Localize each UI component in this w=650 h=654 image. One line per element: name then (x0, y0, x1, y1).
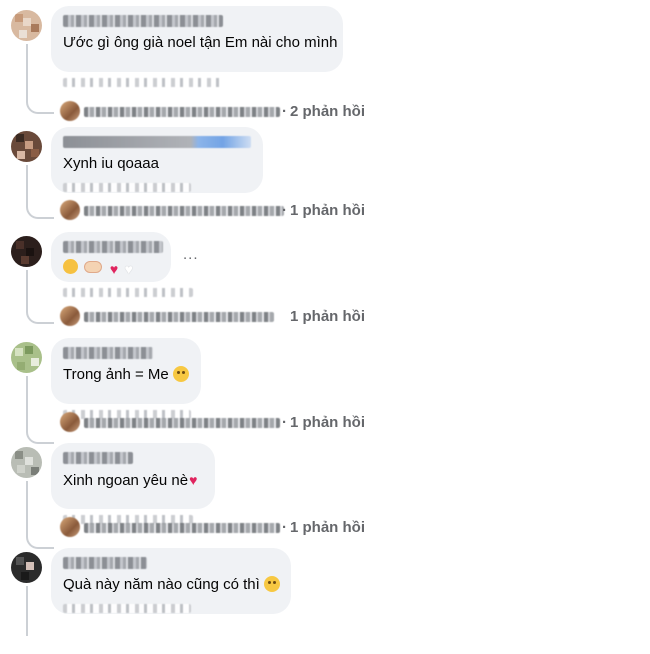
commenter-name-redacted[interactable] (63, 347, 153, 359)
comment-text: Xinh ngoan yêu nè♥ (63, 470, 203, 491)
comment-actions-redacted[interactable] (63, 604, 191, 613)
reply-count-link[interactable]: 1 phản hồi (290, 202, 365, 219)
comment-actions-redacted[interactable] (63, 288, 193, 297)
comment-text-value: Xinh ngoan yêu nè (63, 472, 189, 489)
reply-separator: · (282, 414, 287, 431)
comment-bubble: Ước gì ông già noel tận Em nài cho mình (51, 6, 343, 72)
avatar[interactable] (11, 131, 42, 162)
reply-avatar (60, 101, 80, 121)
comment-actions-redacted[interactable] (63, 78, 223, 87)
red-heart-icon: ♥ (189, 472, 198, 488)
view-replies-row[interactable]: · 1 phản hồi (60, 517, 380, 539)
reply-count-link[interactable]: 2 phản hồi (290, 103, 365, 120)
comment-bubble: Trong ảnh = Me (51, 338, 201, 404)
replier-name-redacted (84, 107, 280, 117)
reply-count-link[interactable]: 1 phản hồi (290, 308, 365, 325)
comment-text-value: Quà này năm nào cũng có thì (63, 576, 260, 593)
avatar[interactable] (11, 236, 42, 267)
reply-separator: · (282, 519, 287, 536)
replier-name-redacted (84, 312, 274, 322)
commenter-name-redacted[interactable] (63, 452, 133, 464)
replier-name-redacted (84, 523, 280, 533)
reply-avatar (60, 517, 80, 537)
comment-item: Trong ảnh = Me · 1 phản hồi (0, 338, 650, 444)
red-heart-icon: ♥ (109, 261, 119, 277)
view-replies-row[interactable]: · 2 phản hồi (60, 101, 380, 123)
thread-line (26, 270, 54, 324)
reply-avatar (60, 412, 80, 432)
comment-bubble: Xinh ngoan yêu nè♥ (51, 443, 215, 509)
more-options-icon[interactable]: ... (183, 246, 199, 263)
thread-line (26, 165, 54, 219)
comment-item: Quà này năm nào cũng có thì (0, 548, 650, 654)
comment-item: Xinh ngoan yêu nè♥ · 1 phản hồi (0, 443, 650, 549)
avatar[interactable] (11, 342, 42, 373)
avatar[interactable] (11, 552, 42, 583)
comment-text: Xynh iu qoaaa (63, 155, 159, 172)
thread-line (26, 481, 54, 549)
avatar[interactable] (11, 10, 42, 41)
comment-text-value: Trong ảnh = Me (63, 366, 169, 383)
comment-item: ♥ ♥ ... 1 phản hồi (0, 232, 650, 338)
hugging-face-icon (63, 259, 78, 274)
view-replies-row[interactable]: · 1 phản hồi (60, 412, 380, 434)
reply-avatar (60, 200, 80, 220)
comment-item: Ước gì ông già noel tận Em nài cho mình … (0, 6, 650, 121)
replier-name-redacted (84, 418, 280, 428)
reply-count-link[interactable]: 1 phản hồi (290, 519, 365, 536)
thread-line (26, 44, 54, 114)
commenter-name-redacted[interactable] (63, 241, 163, 253)
comment-bubble: ♥ ♥ (51, 232, 171, 282)
avatar[interactable] (11, 447, 42, 478)
commenter-name-redacted[interactable] (63, 15, 223, 27)
flushed-face-icon (172, 366, 189, 382)
comment-item: Xynh iu qoaaa · 1 phản hồi (0, 127, 650, 233)
emoji-reaction-row: ♥ ♥ (63, 259, 159, 279)
comment-actions-redacted[interactable] (63, 183, 191, 192)
heart-hands-icon (84, 261, 103, 273)
replier-name-redacted (84, 206, 284, 216)
white-heart-icon: ♥ (124, 261, 133, 277)
smiling-face-icon (263, 576, 280, 592)
reply-separator: · (282, 103, 287, 120)
commenter-name-redacted[interactable] (63, 136, 251, 148)
thread-line (26, 376, 54, 444)
reply-count-link[interactable]: 1 phản hồi (290, 414, 365, 431)
reply-avatar (60, 306, 80, 326)
comment-text: Quà này năm nào cũng có thì (63, 575, 280, 595)
comment-text: Trong ảnh = Me (63, 365, 189, 385)
view-replies-row[interactable]: · 1 phản hồi (60, 200, 380, 222)
comment-text: Ước gì ông già noel tận Em nài cho mình (63, 34, 338, 51)
reply-separator: · (282, 202, 287, 219)
view-replies-row[interactable]: 1 phản hồi (60, 306, 380, 328)
commenter-name-redacted[interactable] (63, 557, 147, 569)
thread-line (26, 586, 54, 636)
